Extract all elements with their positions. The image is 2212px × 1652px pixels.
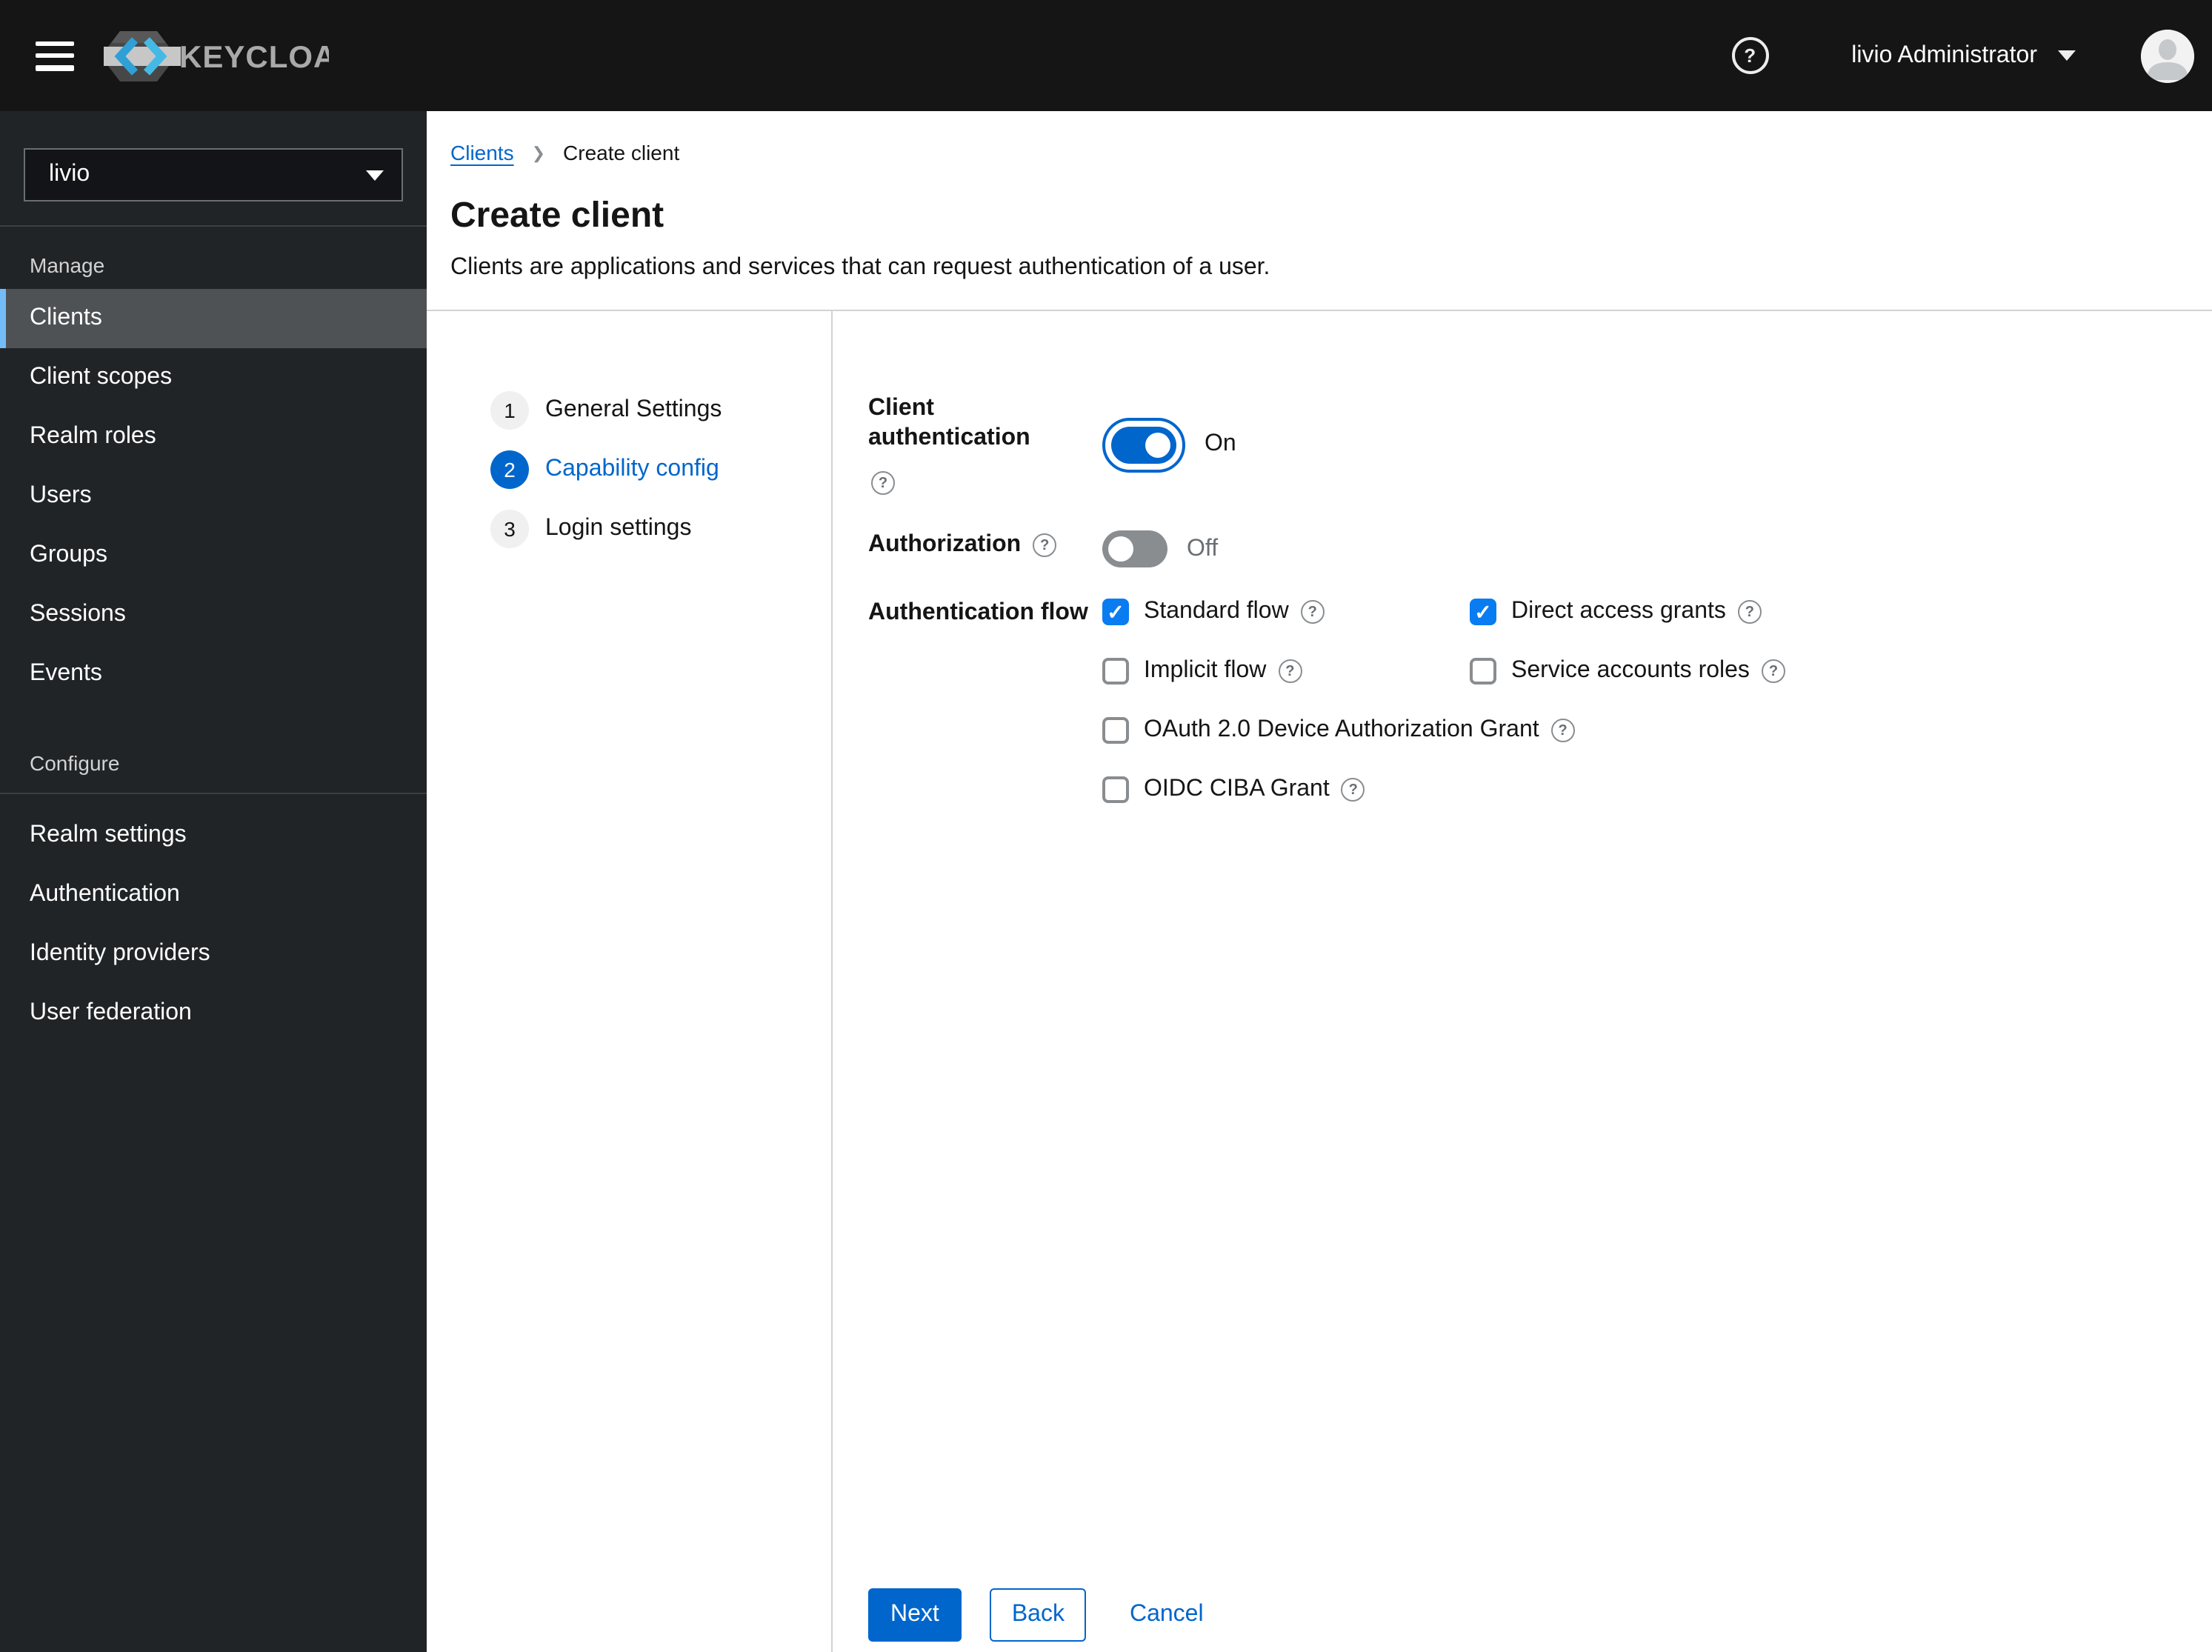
toggle-knob <box>1145 432 1170 457</box>
avatar[interactable] <box>2141 29 2194 82</box>
authentication-flow-row: Authentication flow ✓ Standard flow ? ✓ … <box>868 599 2212 836</box>
question-circle-icon[interactable]: ? <box>1033 533 1057 557</box>
brand-text: KEYCLOAK <box>179 39 329 73</box>
help-icon[interactable]: ? <box>1731 37 1769 74</box>
sidebar-item-sessions[interactable]: Sessions <box>0 585 427 645</box>
standard-flow-checkbox[interactable]: ✓ <box>1102 599 1129 625</box>
sidebar-item-user-federation[interactable]: User federation <box>0 984 427 1043</box>
client-authentication-toggle[interactable] <box>1111 426 1176 463</box>
oidc-ciba-grant-checkbox[interactable] <box>1102 776 1129 803</box>
sidebar-item-events[interactable]: Events <box>0 645 427 704</box>
realm-caret-down-icon <box>366 170 384 180</box>
sidebar-item-realm-roles[interactable]: Realm roles <box>0 407 427 467</box>
authorization-state: Off <box>1187 536 1219 561</box>
client-authentication-label: Client authentication <box>868 396 1030 450</box>
next-button[interactable]: Next <box>868 1588 962 1642</box>
realm-name: livio <box>49 161 90 187</box>
keycloak-admin-console: KEYCLOAK ? livio Administrator livio <box>0 0 2212 1652</box>
user-menu[interactable]: livio Administrator <box>1851 42 2076 69</box>
question-circle-icon[interactable]: ? <box>1278 659 1302 683</box>
breadcrumb: Clients ❯ Create client <box>450 141 2176 164</box>
sidebar-item-groups[interactable]: Groups <box>0 526 427 585</box>
question-circle-icon[interactable]: ? <box>1737 600 1762 624</box>
breadcrumb-clients-link[interactable]: Clients <box>450 141 514 164</box>
nav-section-manage: Manage <box>30 253 105 277</box>
toggle-knob <box>1108 536 1133 562</box>
service-accounts-roles-checkbox[interactable] <box>1470 658 1496 685</box>
implicit-flow-checkbox[interactable] <box>1102 658 1129 685</box>
option-oauth-device-grant: OAuth 2.0 Device Authorization Grant ? <box>1102 717 1785 744</box>
page-title: Create client <box>450 196 664 236</box>
option-direct-access-grants: ✓ Direct access grants ? <box>1470 599 1785 625</box>
sidebar-item-client-scopes[interactable]: Client scopes <box>0 348 427 407</box>
wizard-nav: 1 General Settings 2 Capability config 3… <box>427 311 833 1652</box>
step-number-badge: 1 <box>490 391 529 430</box>
nav-section-configure: Configure <box>30 751 120 775</box>
authentication-flow-label: Authentication flow <box>868 600 1088 625</box>
breadcrumb-current: Create client <box>563 141 680 164</box>
user-menu-label: livio Administrator <box>1851 42 2037 67</box>
realm-selector[interactable]: livio <box>24 148 403 201</box>
cancel-button[interactable]: Cancel <box>1130 1588 1204 1642</box>
question-circle-icon[interactable]: ? <box>1341 778 1365 802</box>
wizard-step-general-settings[interactable]: 1 General Settings <box>490 391 831 430</box>
sidebar-item-users[interactable]: Users <box>0 467 427 526</box>
wizard-step-capability-config[interactable]: 2 Capability config <box>490 450 831 489</box>
option-standard-flow: ✓ Standard flow ? <box>1102 599 1470 625</box>
sidebar: livio Manage Clients Client scopes Realm… <box>0 111 427 1652</box>
question-circle-icon[interactable]: ? <box>1550 719 1575 742</box>
question-circle-icon[interactable]: ? <box>1300 600 1325 624</box>
authorization-label: Authorization <box>868 532 1022 557</box>
wizard-footer: Next Back Cancel <box>868 1588 1204 1642</box>
hamburger-menu-icon[interactable] <box>36 41 74 70</box>
user-avatar-icon <box>2141 29 2194 82</box>
caret-down-icon <box>2058 50 2076 61</box>
sidebar-item-identity-providers[interactable]: Identity providers <box>0 925 427 984</box>
direct-access-grants-checkbox[interactable]: ✓ <box>1470 599 1496 625</box>
client-authentication-state: On <box>1205 431 1236 456</box>
authorization-row: Authorization ? Off <box>868 530 2212 567</box>
wizard-step-login-settings[interactable]: 3 Login settings <box>490 510 831 548</box>
step-number-badge: 3 <box>490 510 529 548</box>
masthead-right: ? livio Administrator <box>1731 29 2194 82</box>
page-description: Clients are applications and services th… <box>450 255 1270 280</box>
back-button[interactable]: Back <box>989 1588 1087 1642</box>
capability-config-form: Client authentication ? On Authorization… <box>833 311 2212 1652</box>
option-oidc-ciba-grant: OIDC CIBA Grant ? <box>1102 776 1785 803</box>
realm-selector-area: livio <box>0 111 427 227</box>
question-circle-icon[interactable]: ? <box>1761 659 1785 683</box>
keycloak-logo: KEYCLOAK <box>104 23 329 88</box>
wizard: 1 General Settings 2 Capability config 3… <box>427 311 2212 1652</box>
sidebar-item-realm-settings[interactable]: Realm settings <box>0 806 427 865</box>
keycloak-logo-icon: KEYCLOAK <box>104 30 329 81</box>
breadcrumb-chevron-icon: ❯ <box>531 144 546 162</box>
check-icon: ✓ <box>1474 599 1492 623</box>
main-content: Clients ❯ Create client Create client Cl… <box>427 111 2212 1652</box>
sidebar-item-clients[interactable]: Clients <box>0 289 427 348</box>
sidebar-item-authentication[interactable]: Authentication <box>0 865 427 925</box>
oauth-device-grant-checkbox[interactable] <box>1102 717 1129 744</box>
page-header: Clients ❯ Create client Create client Cl… <box>427 111 2212 311</box>
switch-focus-ring <box>1102 417 1185 472</box>
authorization-toggle[interactable] <box>1102 530 1167 567</box>
masthead: KEYCLOAK ? livio Administrator <box>0 0 2212 111</box>
authentication-flow-options: ✓ Standard flow ? ✓ Direct access grants… <box>1102 599 1785 836</box>
question-circle-icon[interactable]: ? <box>871 471 895 495</box>
step-number-badge: 2 <box>490 450 529 489</box>
option-implicit-flow: Implicit flow ? <box>1102 658 1470 685</box>
check-icon: ✓ <box>1107 599 1125 623</box>
option-service-accounts-roles: Service accounts roles ? <box>1470 658 1785 685</box>
client-authentication-row: Client authentication ? On <box>868 394 2212 495</box>
nav-section-divider <box>0 793 427 794</box>
